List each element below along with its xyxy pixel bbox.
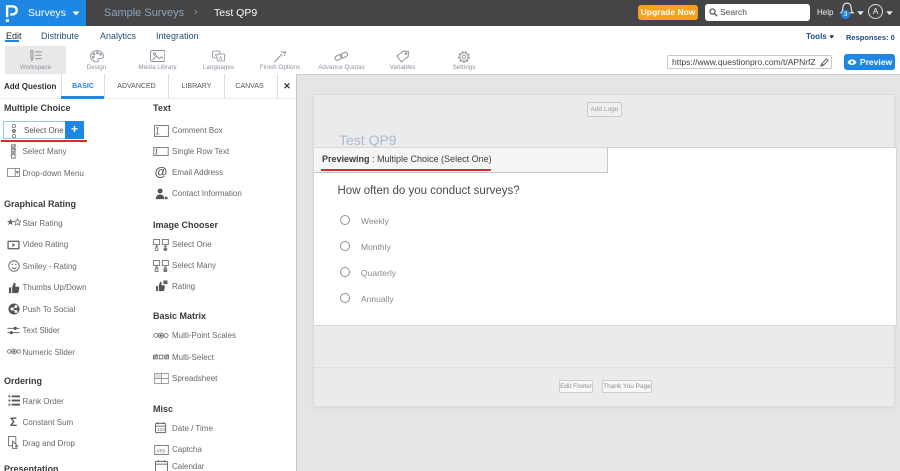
svg-text:x: x [214,53,217,59]
svg-text:A: A [219,56,223,62]
svg-text:vsy: vsy [156,448,165,455]
svg-text:123: 123 [157,427,165,432]
